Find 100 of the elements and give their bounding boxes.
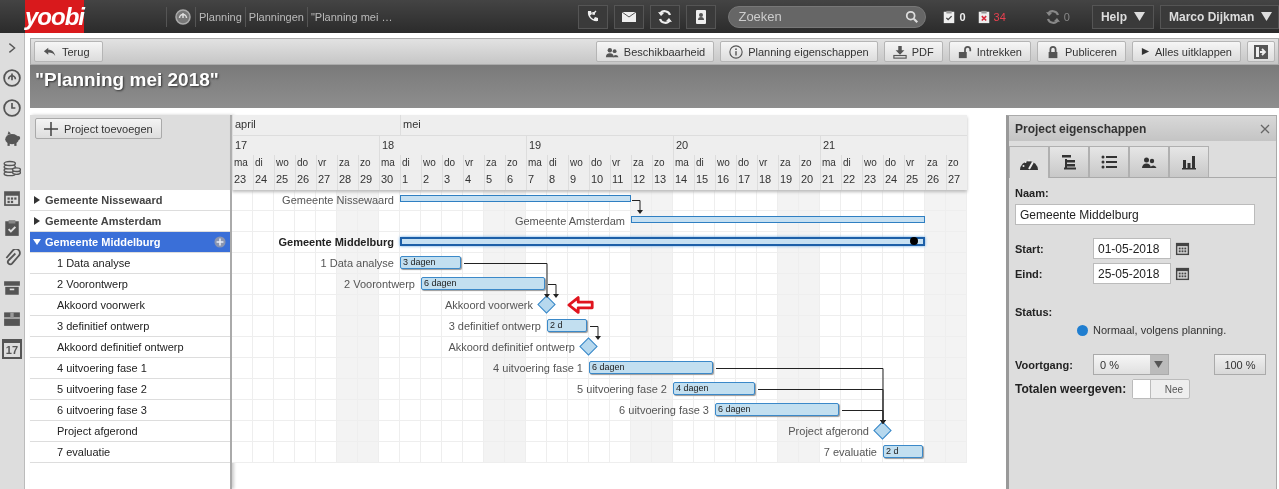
calendar-icon[interactable] [1175,241,1190,256]
weekday-label: wo [569,156,584,170]
project-row[interactable]: Gemeente Nissewaard [30,190,230,211]
task-row[interactable]: 2 Voorontwerp [30,274,230,295]
chart-tab[interactable] [1169,146,1209,177]
user-menu[interactable]: Marco Dijkman [1159,4,1279,29]
date-label: 12 [632,172,647,187]
week-number: 21 [822,138,837,153]
date-label: 28 [338,172,353,187]
progress-select[interactable]: 0 % [1093,354,1169,375]
task-bar[interactable]: 6 dagen [715,403,839,416]
box-icon[interactable] [3,309,21,327]
toolbar-button[interactable]: PDF [883,41,943,63]
complete-button[interactable]: 100 % [1214,354,1266,375]
help-menu[interactable]: Help [1091,4,1154,29]
sync-icon[interactable] [1044,8,1061,25]
task-row[interactable]: 4 uitvoering fase 1 [30,358,230,379]
toolbar-button[interactable]: Intrekken [948,41,1031,63]
task-label: Akkoord voorwerk [444,299,533,311]
task-bar[interactable]: 2 d [883,445,923,458]
breadcrumb-link[interactable]: Planning [195,6,245,27]
expand-triangle-icon[interactable] [33,196,41,204]
week-number: 20 [675,138,690,153]
start-date-field[interactable]: 01-05-2018 [1093,238,1171,259]
weekday-label: vr [464,156,475,170]
phone-icon[interactable] [578,4,609,29]
calendar-day-icon[interactable]: 17 [2,339,22,359]
logo[interactable]: yoobi [25,0,84,33]
coins-icon[interactable] [3,159,21,177]
task-row[interactable]: 6 uitvoering fase 3 [30,400,230,421]
summary-bar[interactable] [400,237,925,246]
list-icon [1101,154,1117,170]
search-icon[interactable] [905,9,920,24]
date-label: 4 [464,172,473,187]
summary-bar[interactable] [631,216,925,223]
clock-icon[interactable] [3,99,21,117]
end-date-field[interactable]: 25-05-2018 [1093,263,1171,284]
dependency-arrow [631,200,643,214]
task-row[interactable]: Akkoord voorwerk [30,295,230,316]
weekday-label: do [884,156,898,170]
add-circle-icon[interactable] [214,236,226,248]
field-label: Naam: [1015,187,1050,199]
search-field[interactable]: Zoeken [728,5,927,28]
clipboard-cross-icon[interactable] [976,9,991,24]
address-book-icon[interactable] [686,4,717,29]
exit-icon[interactable] [1247,41,1275,63]
dependency-arrow [589,326,601,340]
summary-bar[interactable] [400,195,631,202]
date-label: 13 [653,172,668,187]
task-row[interactable]: 7 evaluatie [30,442,230,463]
calendar-icon[interactable] [3,189,21,207]
name-field[interactable]: Gemeente Middelburg [1015,204,1255,225]
calendar-icon[interactable] [1175,266,1190,281]
archive-icon[interactable] [3,279,21,297]
back-button[interactable]: Terug [34,41,103,63]
close-icon[interactable] [1260,123,1270,134]
task-row[interactable]: Akkoord definitief ontwerp [30,337,230,358]
expand-all-button[interactable]: Alles uitklappen [1131,41,1241,63]
task-bar[interactable]: 6 dagen [421,277,545,290]
unlock-icon [957,44,972,59]
gantt-tab[interactable] [1049,146,1089,177]
task-bar[interactable]: 4 dagen [673,382,755,395]
weekday-label: za [632,156,645,170]
paperclip-icon[interactable] [3,249,21,267]
expand-triangle-icon[interactable] [33,217,41,225]
task-bar[interactable]: 3 dagen [400,256,461,269]
weekday-label: vr [317,156,328,170]
project-row[interactable]: Gemeente Middelburg [30,232,230,253]
breadcrumb-link[interactable]: Planningen [244,6,307,27]
date-label: 11 [611,172,625,187]
task-row[interactable]: 1 Data analyse [30,253,230,274]
download-icon [892,44,907,59]
task-row[interactable]: 5 uitvoering fase 2 [30,379,230,400]
dashboard-icon[interactable] [175,8,191,25]
dashboard-tab[interactable] [1009,146,1049,178]
mail-icon[interactable] [614,4,645,29]
add-project-button[interactable]: Project toevoegen [35,118,162,139]
piggy-bank-icon[interactable] [3,129,21,147]
task-row[interactable]: 3 definitief ontwerp [30,316,230,337]
task-bar[interactable]: 6 dagen [589,361,713,374]
date-label: 20 [800,172,815,187]
weekday-label: do [443,156,457,170]
task-bar[interactable]: 2 d [547,319,587,332]
toolbar-button[interactable]: Beschikbaarheid [595,41,715,63]
breadcrumb-link[interactable]: "Planning mei … [306,6,396,27]
clipboard-check-icon[interactable] [3,219,21,237]
task-label: 7 evaluatie [823,446,877,458]
refresh-icon[interactable] [650,4,681,29]
rejected-count: 34 [993,10,1006,23]
caret-icon [1154,361,1164,368]
task-row[interactable]: Project afgerond [30,421,230,442]
dashboard-icon[interactable] [3,69,21,87]
toolbar-button[interactable]: Planning eigenschappen [720,41,878,63]
people-tab[interactable] [1129,146,1169,177]
totals-toggle[interactable]: Nee [1132,379,1191,399]
toolbar-button[interactable]: Publiceren [1036,41,1126,63]
date-label: 27 [947,172,962,187]
list-tab[interactable] [1089,146,1129,177]
clipboard-check-icon[interactable] [942,9,957,24]
date-label: 1 [401,172,410,187]
